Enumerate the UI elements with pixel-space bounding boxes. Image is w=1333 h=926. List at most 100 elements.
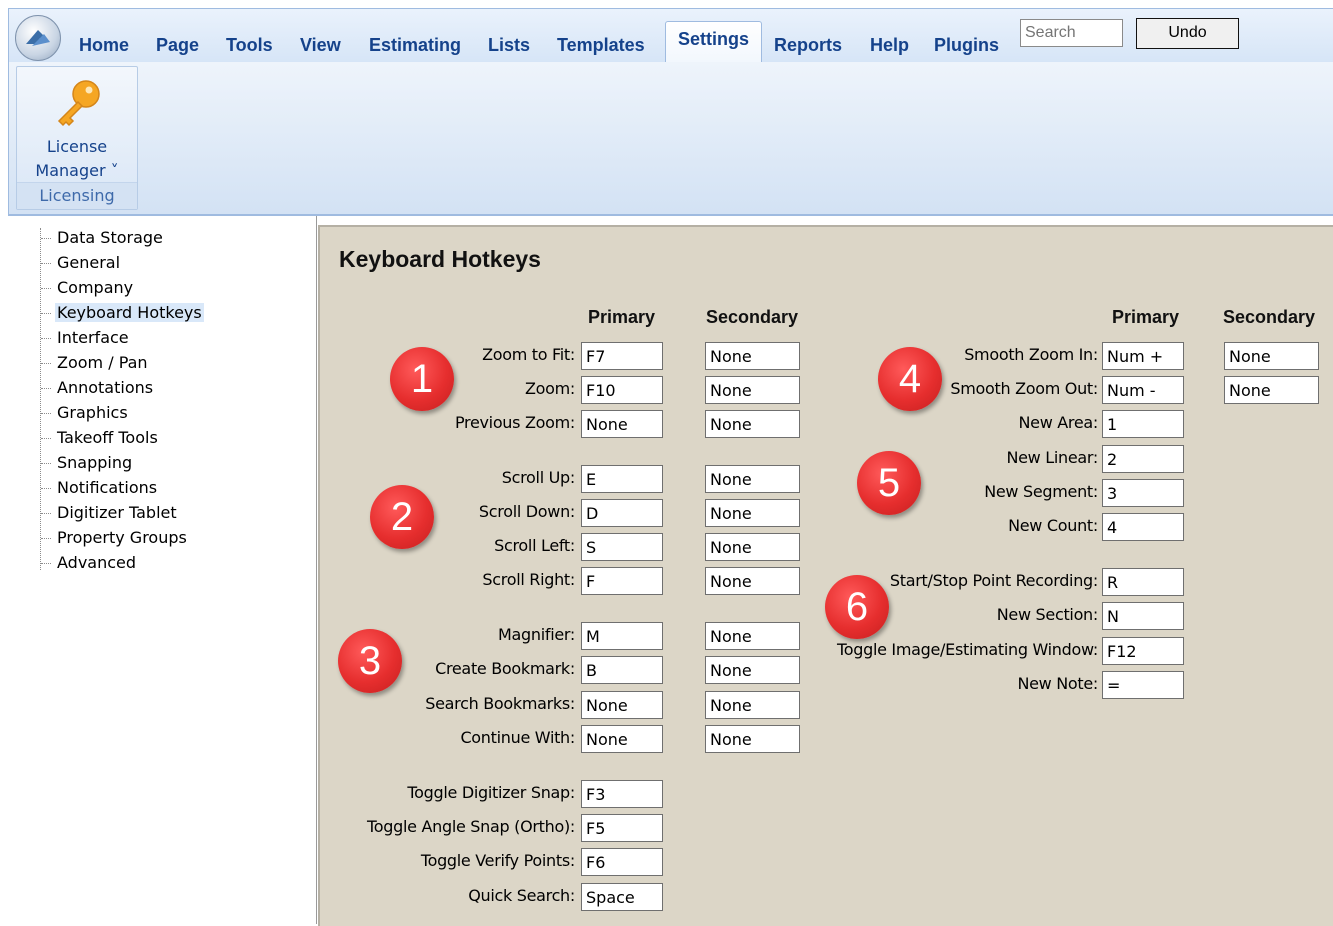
secondary-hotkey-field[interactable] (705, 656, 800, 684)
tab-estimating[interactable]: Estimating (369, 35, 461, 56)
tab-plugins[interactable]: Plugins (934, 35, 999, 56)
secondary-hotkey-field[interactable] (705, 691, 800, 719)
primary-hotkey-field[interactable] (581, 410, 663, 438)
callout-badge-3: 3 (338, 629, 402, 693)
tree-item-company[interactable]: Company (41, 278, 204, 303)
license-manager-button[interactable]: License Manager ˅ (17, 69, 137, 180)
primary-hotkey-field[interactable] (1102, 479, 1184, 507)
licensing-group: License Manager ˅ Licensing (16, 66, 138, 210)
tab-page[interactable]: Page (156, 35, 199, 56)
hotkey-label: New Linear: (1006, 448, 1098, 467)
ribbon-tab-bar: Home Page Tools View Estimating Lists Te… (8, 8, 1333, 63)
tree-item-advanced[interactable]: Advanced (41, 553, 204, 578)
tree-item-notifications[interactable]: Notifications (41, 478, 204, 503)
primary-hotkey-field[interactable] (581, 465, 663, 493)
callout-badge-6: 6 (825, 575, 889, 639)
primary-hotkey-field[interactable] (1102, 513, 1184, 541)
tree-item-graphics[interactable]: Graphics (41, 403, 204, 428)
secondary-hotkey-field[interactable] (705, 622, 800, 650)
tree-item-digitizer-tablet[interactable]: Digitizer Tablet (41, 503, 204, 528)
ribbon-panel: License Manager ˅ Licensing (8, 62, 1333, 216)
tree-item-takeoff-tools[interactable]: Takeoff Tools (41, 428, 204, 453)
secondary-hotkey-field[interactable] (705, 533, 800, 561)
callout-badge-4: 4 (878, 347, 942, 411)
hotkey-label: Zoom: (524, 379, 575, 398)
app-menu-button[interactable] (15, 15, 61, 61)
primary-hotkey-field[interactable] (1102, 410, 1184, 438)
license-manager-label-line1: License (46, 137, 108, 156)
tab-lists[interactable]: Lists (488, 35, 530, 56)
primary-hotkey-field[interactable] (581, 725, 663, 753)
license-manager-label-line2: Manager ˅ (35, 161, 119, 180)
tree-item-data-storage[interactable]: Data Storage (41, 228, 204, 253)
tree-item-keyboard-hotkeys[interactable]: Keyboard Hotkeys (41, 303, 204, 328)
tree-item-interface[interactable]: Interface (41, 328, 204, 353)
secondary-hotkey-field[interactable] (705, 342, 800, 370)
key-icon (57, 80, 100, 127)
group-label: Licensing (17, 182, 137, 209)
secondary-hotkey-field[interactable] (705, 499, 800, 527)
hotkey-label: New Area: (1018, 413, 1099, 432)
app-logo-icon (26, 30, 50, 46)
primary-hotkey-field[interactable] (581, 533, 663, 561)
callout-badge-5: 5 (857, 451, 921, 515)
secondary-hotkey-field[interactable] (705, 567, 800, 595)
tab-tools[interactable]: Tools (226, 35, 273, 56)
hotkey-label: Zoom to Fit: (482, 345, 575, 364)
primary-hotkey-field[interactable] (581, 342, 663, 370)
hotkey-label: New Count: (1008, 516, 1098, 535)
primary-hotkey-field[interactable] (1102, 671, 1184, 699)
hotkeys-panel: Keyboard Hotkeys Primary Secondary Prima… (318, 225, 1333, 926)
right-secondary-header: Secondary (1223, 307, 1316, 327)
left-primary-header: Primary (588, 307, 656, 327)
primary-hotkey-field[interactable] (581, 780, 663, 808)
hotkey-label: Smooth Zoom Out: (950, 379, 1098, 398)
tab-reports[interactable]: Reports (774, 35, 842, 56)
secondary-hotkey-field[interactable] (705, 725, 800, 753)
hotkey-label: Scroll Right: (482, 570, 575, 589)
primary-hotkey-field[interactable] (1102, 445, 1184, 473)
tree-item-annotations[interactable]: Annotations (41, 378, 204, 403)
primary-hotkey-field[interactable] (581, 622, 663, 650)
secondary-hotkey-field[interactable] (1224, 342, 1319, 370)
tree-item-snapping[interactable]: Snapping (41, 453, 204, 478)
hotkey-label: Toggle Verify Points: (420, 851, 575, 870)
primary-hotkey-field[interactable] (1102, 568, 1184, 596)
tab-templates[interactable]: Templates (557, 35, 645, 56)
primary-hotkey-field[interactable] (581, 691, 663, 719)
callout-badge-2: 2 (370, 485, 434, 549)
hotkey-label: Scroll Up: (501, 468, 576, 487)
undo-button[interactable]: Undo (1136, 18, 1239, 49)
tree-item-general[interactable]: General (41, 253, 204, 278)
primary-hotkey-field[interactable] (1102, 342, 1184, 370)
primary-hotkey-field[interactable] (581, 376, 663, 404)
primary-hotkey-field[interactable] (581, 499, 663, 527)
page-title: Keyboard Hotkeys (339, 246, 541, 272)
tree-item-zoom-pan[interactable]: Zoom / Pan (41, 353, 204, 378)
secondary-hotkey-field[interactable] (705, 376, 800, 404)
hotkey-label: Quick Search: (468, 886, 575, 905)
primary-hotkey-field[interactable] (1102, 602, 1184, 630)
secondary-hotkey-field[interactable] (1224, 376, 1319, 404)
secondary-hotkey-field[interactable] (705, 410, 800, 438)
primary-hotkey-field[interactable] (581, 848, 663, 876)
search-input[interactable] (1020, 19, 1123, 47)
primary-hotkey-field[interactable] (1102, 376, 1184, 404)
primary-hotkey-field[interactable] (581, 656, 663, 684)
hotkey-label: Scroll Left: (494, 536, 575, 555)
primary-hotkey-field[interactable] (1102, 637, 1184, 665)
tab-settings[interactable]: Settings (665, 21, 763, 62)
settings-tree: Data Storage General Company Keyboard Ho… (8, 216, 317, 924)
tab-help[interactable]: Help (870, 35, 909, 56)
secondary-hotkey-field[interactable] (705, 465, 800, 493)
hotkey-label: Smooth Zoom In: (964, 345, 1098, 364)
tab-view[interactable]: View (300, 35, 341, 56)
primary-hotkey-field[interactable] (581, 567, 663, 595)
tab-home[interactable]: Home (79, 35, 129, 56)
callout-badge-1: 1 (390, 347, 454, 411)
primary-hotkey-field[interactable] (581, 883, 663, 911)
hotkey-label: New Note: (1017, 674, 1098, 693)
tree-item-property-groups[interactable]: Property Groups (41, 528, 204, 553)
primary-hotkey-field[interactable] (581, 814, 663, 842)
hotkey-label: Toggle Digitizer Snap: (407, 783, 575, 802)
